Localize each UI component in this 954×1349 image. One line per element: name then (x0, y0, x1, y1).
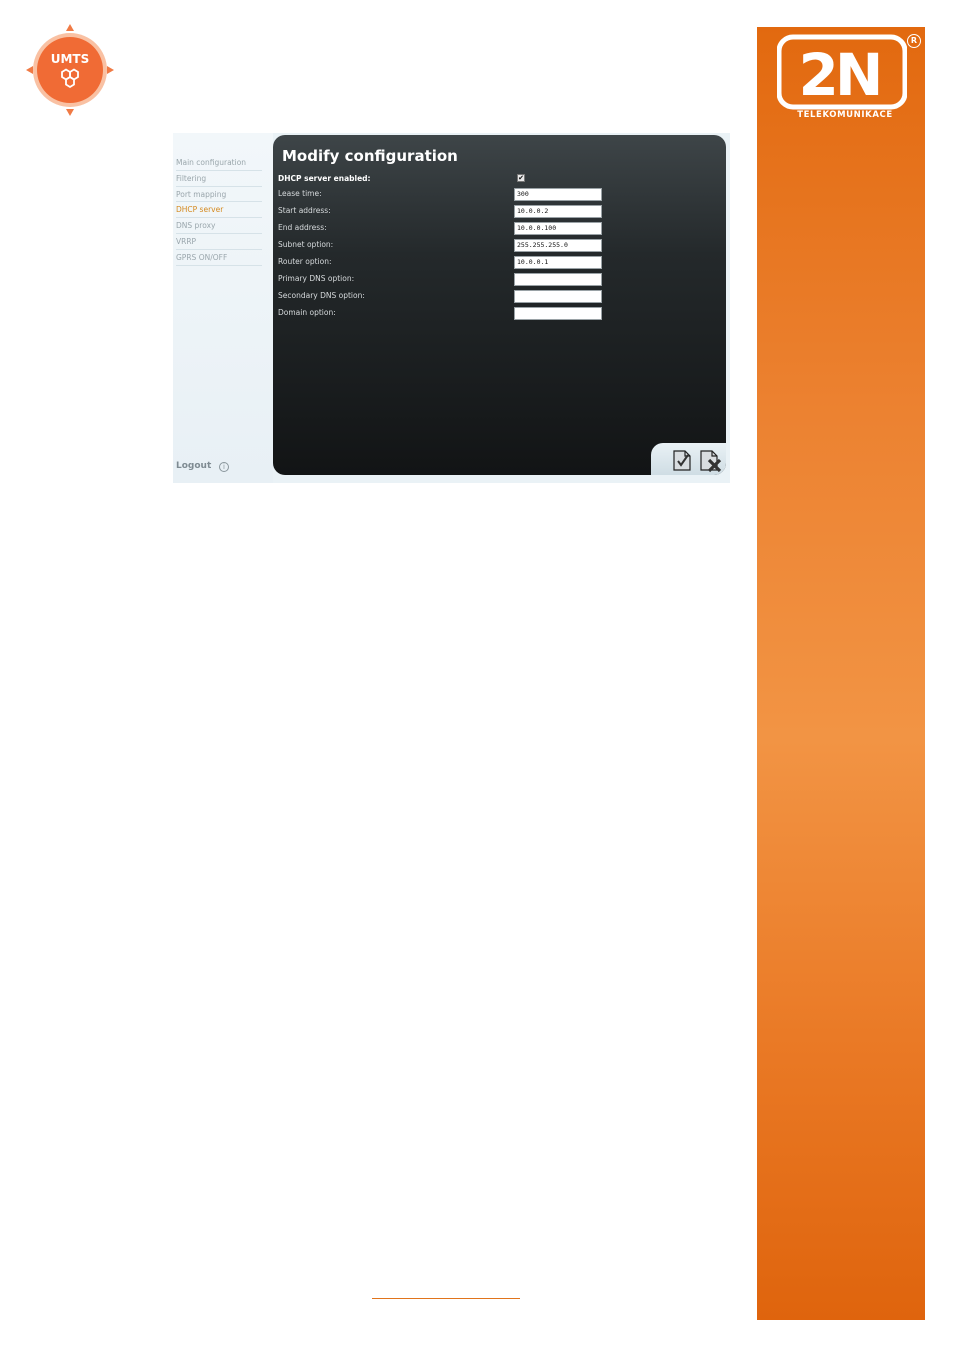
sidebar-item-main-configuration[interactable]: Main configuration (176, 155, 262, 171)
sidebar: Main configuration Filtering Port mappin… (173, 133, 273, 483)
router-option-row: Router option: 10.0.0.1 (278, 256, 608, 270)
panel-title: Modify configuration (282, 147, 458, 165)
panel-footer (651, 443, 726, 475)
sidebar-item-port-mapping[interactable]: Port mapping (176, 187, 262, 203)
lease-time-label: Lease time: (278, 189, 322, 198)
document-page: UMTS 2N R TELEKOMUNIKACE Main configurat… (0, 0, 954, 1349)
save-icon[interactable] (669, 447, 695, 473)
dhcp-enabled-checkbox[interactable]: ✔ (517, 174, 525, 182)
end-address-row: End address: 10.0.0.100 (278, 222, 608, 236)
brand-tagline: TELEKOMUNIKACE (797, 110, 893, 120)
logout-link[interactable]: Logout (176, 461, 211, 471)
router-option-input[interactable]: 10.0.0.1 (514, 256, 602, 269)
umts-logo-text: UMTS (51, 52, 90, 66)
brand-logo-text: 2N (799, 41, 880, 109)
lease-time-input[interactable]: 300 (514, 188, 602, 201)
start-address-row: Start address: 10.0.0.2 (278, 205, 608, 219)
primary-dns-row: Primary DNS option: (278, 273, 608, 287)
subnet-option-input[interactable]: 255.255.255.0 (514, 239, 602, 252)
sidebar-item-dhcp-server[interactable]: DHCP server (176, 202, 262, 219)
sidebar-item-gprs-on-off[interactable]: GPRS ON/OFF (176, 250, 262, 266)
primary-dns-label: Primary DNS option: (278, 274, 355, 283)
secondary-dns-row: Secondary DNS option: (278, 290, 608, 304)
subnet-option-label: Subnet option: (278, 240, 334, 249)
registered-mark: R (907, 34, 921, 48)
domain-option-label: Domain option: (278, 308, 336, 317)
secondary-dns-input[interactable] (514, 290, 602, 303)
sidebar-item-filtering[interactable]: Filtering (176, 171, 262, 187)
umts-logo: UMTS (26, 24, 114, 116)
start-address-label: Start address: (278, 206, 331, 215)
dhcp-enabled-row: DHCP server enabled: ✔ (278, 173, 608, 187)
dhcp-enabled-label: DHCP server enabled: (278, 174, 371, 183)
router-option-label: Router option: (278, 257, 332, 266)
cancel-icon[interactable] (697, 447, 723, 473)
ui-screenshot: Main configuration Filtering Port mappin… (173, 133, 730, 483)
primary-dns-input[interactable] (514, 273, 602, 286)
sidebar-nav: Main configuration Filtering Port mappin… (176, 155, 262, 266)
end-address-input[interactable]: 10.0.0.100 (514, 222, 602, 235)
footer-link-underline (372, 1298, 520, 1299)
lease-time-row: Lease time: 300 (278, 188, 608, 202)
end-address-label: End address: (278, 223, 327, 232)
subnet-option-row: Subnet option: 255.255.255.0 (278, 239, 608, 253)
brand-sidebar: 2N R TELEKOMUNIKACE (757, 27, 925, 1320)
secondary-dns-label: Secondary DNS option: (278, 291, 365, 300)
domain-option-input[interactable] (514, 307, 602, 320)
sidebar-item-vrrp[interactable]: VRRP (176, 234, 262, 250)
start-address-input[interactable]: 10.0.0.2 (514, 205, 602, 218)
config-panel: Modify configuration DHCP server enabled… (273, 135, 726, 475)
sidebar-item-dns-proxy[interactable]: DNS proxy (176, 218, 262, 234)
info-icon[interactable]: i (219, 462, 229, 472)
domain-option-row: Domain option: (278, 307, 608, 321)
